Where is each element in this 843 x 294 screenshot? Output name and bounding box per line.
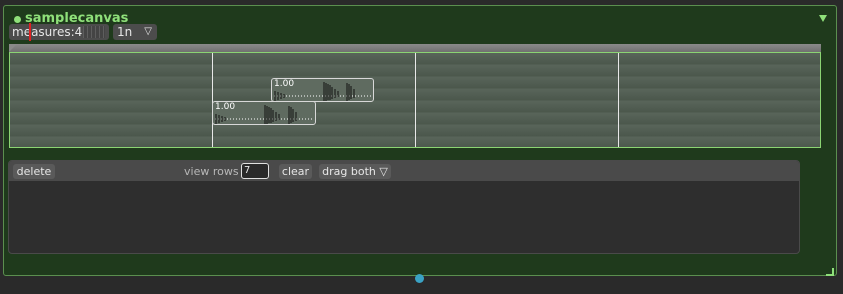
measure-divider (212, 53, 213, 147)
drag-mode-dropdown[interactable]: drag both ▽ (319, 164, 391, 179)
note-length-dropdown[interactable]: 1n ▽ (113, 24, 157, 40)
note-length-value: 1n (117, 25, 133, 39)
timeline-ruler[interactable] (9, 44, 821, 52)
arrangement-canvas[interactable]: 1.00 1.00 (9, 52, 821, 148)
resize-corner-icon[interactable] (826, 268, 834, 276)
clip-gain-label: 1.00 (274, 79, 295, 89)
playhead-marker (29, 23, 31, 41)
status-dot-icon (14, 16, 21, 23)
drag-handle-icon[interactable] (83, 26, 105, 38)
view-rows-label: view rows (184, 165, 239, 178)
delete-button[interactable]: delete (13, 164, 55, 179)
outlet-port[interactable] (415, 274, 424, 283)
clear-button[interactable]: clear (279, 164, 312, 179)
view-rows-input[interactable]: 7 (241, 163, 269, 179)
editor-panel: delete view rows 7 clear drag both ▽ (8, 160, 800, 254)
measure-divider (618, 53, 619, 147)
dropdown-arrow-icon: ▽ (144, 26, 152, 37)
audio-clip[interactable]: 1.00 (212, 101, 316, 125)
measures-label: measures:4 (12, 25, 83, 39)
audio-clip[interactable]: 1.00 (271, 78, 374, 102)
clip-gain-label: 1.00 (215, 102, 236, 112)
editor-toolbar (9, 161, 799, 181)
measures-number-box[interactable]: measures:4 (9, 23, 109, 41)
collapse-triangle-icon[interactable] (819, 15, 827, 22)
measure-divider (415, 53, 416, 147)
ruler-left-marker-icon (9, 44, 17, 52)
